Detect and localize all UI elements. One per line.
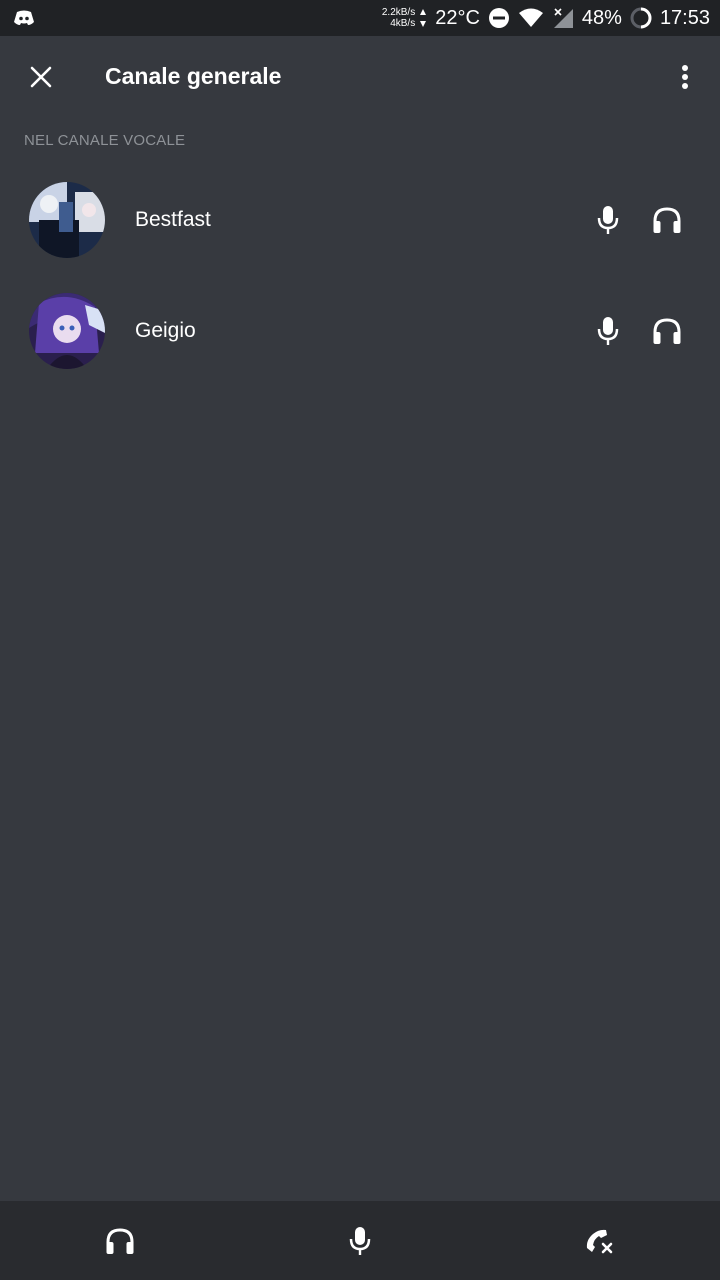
channel-header: Canale generale xyxy=(0,36,720,120)
headphones-icon xyxy=(649,313,685,349)
voice-user-row[interactable]: Geigio xyxy=(0,286,720,376)
temperature-text: 22°C xyxy=(435,6,480,29)
microphone-icon xyxy=(349,1227,371,1255)
discord-icon xyxy=(12,6,36,30)
voice-user-row[interactable]: Bestfast xyxy=(0,175,720,265)
microphone-icon xyxy=(590,202,626,238)
more-vertical-icon xyxy=(682,65,688,89)
net-down-text: 4kB/s xyxy=(390,18,416,29)
battery-icon xyxy=(630,7,652,29)
mute-button[interactable] xyxy=(340,1221,380,1261)
page-title: Canale generale xyxy=(105,63,282,89)
do-not-disturb-icon xyxy=(488,7,510,29)
section-label: NEL CANALE VOCALE xyxy=(24,132,186,149)
avatar xyxy=(29,293,105,369)
deafen-button[interactable] xyxy=(100,1221,140,1261)
username: Bestfast xyxy=(135,208,211,231)
disconnect-call-icon xyxy=(586,1229,613,1254)
status-bar: 2.2kB/s 4kB/s 22°C 48% 17:53 xyxy=(0,0,720,36)
network-speed: 2.2kB/s 4kB/s xyxy=(382,7,415,29)
wifi-icon xyxy=(518,8,544,28)
headphones-icon xyxy=(106,1228,134,1254)
voice-controls-bar xyxy=(0,1201,720,1280)
close-icon xyxy=(30,66,52,88)
avatar xyxy=(29,182,105,258)
cell-signal-icon xyxy=(552,7,574,29)
disconnect-button[interactable] xyxy=(580,1221,620,1261)
net-up-text: 2.2kB/s xyxy=(381,7,416,18)
more-options-button[interactable] xyxy=(662,54,708,100)
data-arrows-icon xyxy=(419,8,427,28)
battery-percent-text: 48% xyxy=(581,6,622,29)
microphone-icon xyxy=(590,313,626,349)
close-button[interactable] xyxy=(18,54,64,100)
clock-text: 17:53 xyxy=(659,6,710,29)
username: Geigio xyxy=(135,319,196,342)
headphones-icon xyxy=(649,202,685,238)
